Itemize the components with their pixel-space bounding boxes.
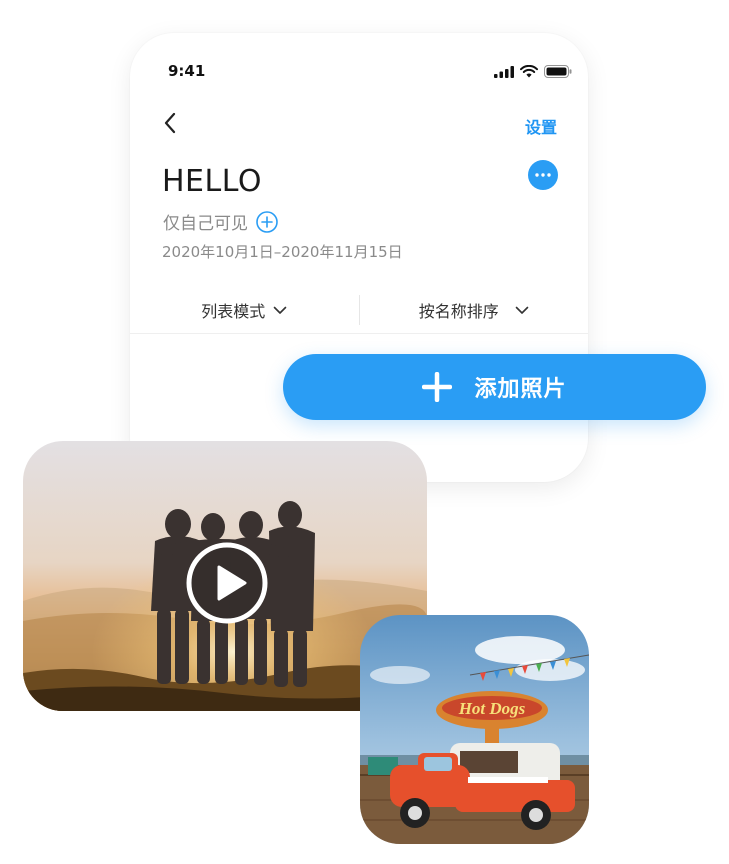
food-truck-image: Hot Dogs: [360, 615, 589, 844]
add-photo-button[interactable]: 添加照片: [283, 354, 706, 420]
plus-circle-icon: [256, 210, 278, 233]
chevron-down-icon: [273, 306, 287, 314]
app-promo-stage: 9:41 设置 HELLO 仅自己可见 2020年10月1日–2020年11月1…: [0, 0, 729, 864]
settings-button[interactable]: 设置: [525, 114, 557, 138]
chevron-left-icon: [164, 112, 176, 134]
chevron-down-icon: [515, 306, 529, 314]
plus-icon: [422, 372, 453, 402]
add-visibility-button[interactable]: [256, 210, 278, 233]
hot-dogs-sign: Hot Dogs: [458, 699, 526, 718]
battery-icon: [544, 63, 572, 82]
cellular-signal-icon: [494, 63, 514, 82]
sort-label: 按名称排序: [418, 302, 499, 321]
status-time: 9:41: [168, 62, 206, 80]
wifi-icon: [520, 63, 538, 82]
view-mode-label: 列表模式: [201, 302, 266, 321]
sort-dropdown[interactable]: 按名称排序: [360, 287, 589, 333]
toolbar: 列表模式 按名称排序: [130, 287, 588, 334]
food-truck-photo[interactable]: Hot Dogs: [360, 615, 589, 844]
visibility-label: 仅自己可见: [163, 214, 248, 234]
ellipsis-icon: [535, 173, 551, 177]
play-icon[interactable]: [185, 541, 269, 625]
view-mode-dropdown[interactable]: 列表模式: [130, 287, 359, 333]
more-options-button[interactable]: [528, 160, 558, 190]
back-button[interactable]: [158, 111, 182, 135]
add-photo-label: 添加照片: [474, 377, 567, 402]
album-title: HELLO: [162, 164, 262, 199]
visibility-row: 仅自己可见: [163, 209, 278, 234]
date-range: 2020年10月1日–2020年11月15日: [162, 243, 403, 261]
status-icons: [494, 63, 572, 82]
